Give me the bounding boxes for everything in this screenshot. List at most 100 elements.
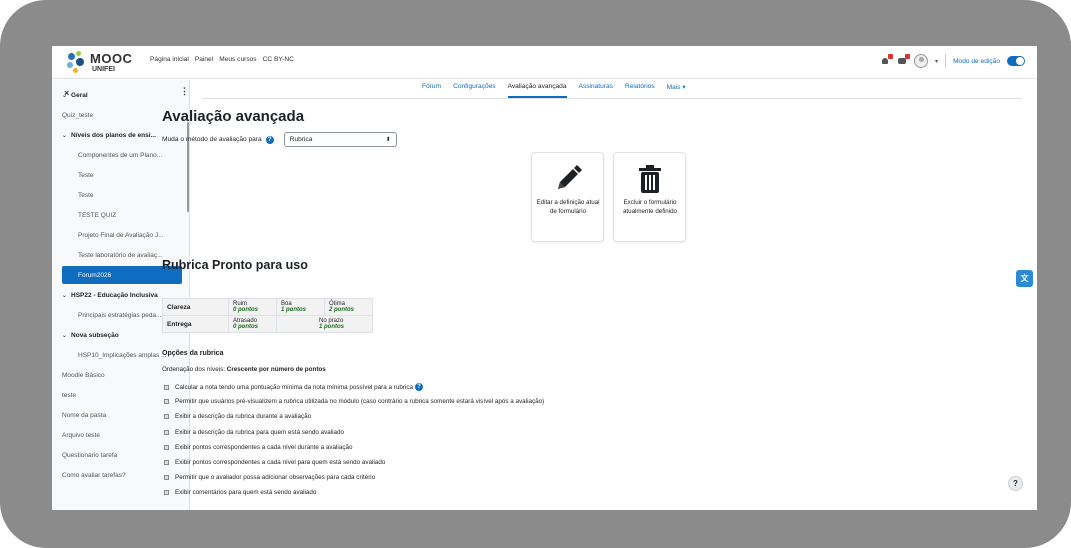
delete-form-button[interactable]: Excluir o formulário atualmente definido — [613, 152, 686, 242]
option-label: Exibir pontos correspondentes a cada nív… — [175, 443, 353, 451]
level-sort-value: Crescente por número de pontos — [226, 366, 326, 373]
course-index-label: teste — [62, 391, 77, 399]
messages-icon[interactable] — [897, 54, 911, 66]
option-checkbox[interactable] — [164, 414, 169, 420]
rubric-option-row: Exibir pontos correspondentes a cada nív… — [164, 459, 385, 466]
rubric-options-title: Opções da rubrica — [162, 350, 224, 357]
option-label: Exibir comentários para quem está sendo … — [175, 489, 317, 497]
option-checkbox[interactable] — [164, 475, 169, 481]
logo-dot — [76, 51, 81, 56]
chevron-down-icon[interactable]: ▾ — [935, 58, 938, 65]
course-activity-item[interactable]: Projeto Final de Avaliação J... — [52, 226, 189, 244]
rubric-criterion-row: Entrega Atrasado 0 pontos No prazo 1 ponto… — [162, 315, 373, 333]
tab-item[interactable]: Configurações — [453, 83, 496, 98]
help-button[interactable]: ? — [1008, 476, 1023, 491]
logo-dot — [76, 58, 84, 66]
help-icon[interactable]: ? — [415, 383, 424, 391]
edit-form-label: Editar a definição atual de formulário — [536, 199, 600, 215]
primary-navigation: Página inicial Painel Meus cursos CC BY-… — [150, 56, 294, 63]
translate-icon[interactable]: 文 — [1016, 270, 1033, 287]
nav-dashboard-link[interactable]: Painel — [195, 56, 213, 63]
logo-subtext: UNIFEI — [92, 66, 115, 73]
level-points: 1 pontos — [319, 324, 344, 330]
edit-mode-toggle[interactable] — [1007, 56, 1025, 66]
course-index-label: Teste — [78, 191, 94, 199]
logo-dot — [67, 62, 73, 68]
course-section-item[interactable]: ⌄ Geral — [52, 86, 189, 104]
course-index-label: Projeto Final de Avaliação J... — [78, 231, 164, 239]
messages-badge — [905, 54, 911, 59]
option-checkbox[interactable] — [164, 460, 169, 465]
tab-item[interactable]: Avaliação avançada — [507, 83, 567, 98]
site-logo[interactable]: MOOC UNIFEI — [64, 49, 139, 76]
rubric-option-row: Exibir pontos correspondentes a cada nív… — [164, 444, 352, 451]
level-cell: Atrasado 0 pontos — [228, 315, 277, 333]
edit-form-button[interactable]: Editar a definição atual de formulário — [531, 152, 604, 242]
level-cell: No prazo 1 pontos — [276, 315, 373, 333]
chevron-down-icon[interactable]: ⌄ — [62, 332, 67, 339]
rubric-option-row: Permitir que usuários pré-visualizem a r… — [164, 398, 544, 405]
level-points: 0 pontos — [233, 307, 258, 313]
grading-method-select[interactable]: Rubrica ⬍ — [283, 132, 397, 147]
rubric-criterion-row: Clareza Ruim 0 pontos Boa 1 pontos Ótima 2 … — [162, 298, 373, 316]
option-checkbox[interactable] — [164, 490, 169, 496]
chevron-down-icon[interactable]: ⌄ — [62, 292, 67, 299]
secondary-navigation-tabs: Fórum Configurações Avaliação avançada Assi… — [422, 83, 686, 98]
nav-my-courses-link[interactable]: Meus cursos — [219, 56, 256, 63]
navbar-divider — [945, 54, 947, 68]
course-index-label: Quiz_teste — [62, 111, 94, 119]
browser-viewport: MOOC UNIFEI Página inicial Painel Meus c… — [52, 46, 1037, 510]
nav-home-link[interactable]: Página inicial — [150, 56, 189, 63]
user-avatar[interactable] — [914, 54, 929, 68]
option-label: Permitir que o avaliador possa adicionar… — [175, 474, 376, 482]
option-checkbox[interactable] — [164, 384, 169, 390]
grading-method-label: Muda o método de avaliação para — [162, 136, 262, 143]
logo-text: MOOC — [90, 51, 133, 66]
course-index-label: HSP10_Implicações amplas ... — [78, 351, 167, 359]
tab-item[interactable]: Relatórios — [625, 83, 655, 98]
tab-item[interactable]: Mais ▾ — [667, 83, 686, 98]
logo-dot — [73, 68, 78, 73]
course-index-label: Nova subseção — [71, 331, 119, 339]
option-label: Permitir que usuários pré-visualizem a r… — [175, 398, 545, 406]
user-menu-area: ▾ Modo de edição — [880, 54, 1025, 68]
tab-item[interactable]: Assinaturas — [579, 83, 613, 98]
course-activity-item[interactable]: TESTE QUIZ — [52, 206, 189, 224]
course-index-label: Principais estratégias peda... — [78, 311, 162, 319]
chevron-down-icon[interactable]: ⌄ — [62, 132, 67, 139]
course-activity-item[interactable]: Componentes de um Plano... — [52, 146, 189, 164]
course-index-label: Níveis dos planos de ensi... — [71, 131, 156, 139]
level-points: 1 pontos — [281, 307, 306, 313]
help-icon[interactable]: ? — [265, 135, 274, 144]
level-points: 2 pontos — [329, 307, 354, 313]
edit-mode-label: Modo de edição — [953, 57, 1000, 65]
option-checkbox[interactable] — [164, 429, 169, 435]
course-index-label: Como avaliar tarefas? — [62, 471, 126, 479]
rubric-option-row: Calcular a nota tendo uma pontuação míni… — [164, 383, 424, 391]
option-label: Exibir a descrição da rubrica para quem … — [175, 428, 345, 436]
option-checkbox[interactable] — [164, 444, 169, 450]
level-cell: Ruim 0 pontos — [228, 298, 277, 316]
level-cell: Boa 1 pontos — [276, 298, 325, 316]
trash-icon — [639, 165, 661, 193]
option-checkbox[interactable] — [164, 399, 169, 405]
nav-license-link[interactable]: CC BY-NC — [263, 56, 294, 63]
notification-bell-icon[interactable] — [880, 54, 894, 66]
course-activity-item[interactable]: Teste — [52, 166, 189, 184]
course-index-label: Teste laboratório de avaliaç... — [78, 251, 163, 259]
course-index-label: HSP22 - Educação Inclusiva — [71, 291, 158, 299]
course-activity-item[interactable]: Teste — [52, 186, 189, 204]
tabs-divider — [202, 98, 1022, 99]
tab-item[interactable]: Fórum — [422, 83, 441, 98]
logo-dot — [68, 53, 75, 60]
device-frame: MOOC UNIFEI Página inicial Painel Meus c… — [0, 0, 1071, 548]
course-index-label: TESTE QUIZ — [78, 211, 117, 219]
rubric-option-row: Exibir a descrição da rubrica para quem … — [164, 429, 344, 436]
chevron-down-icon[interactable]: ⌄ — [62, 92, 67, 99]
level-sort-label: Ordenação dos níveis: — [162, 366, 226, 373]
option-label: Exibir a descrição da rubrica durante a … — [175, 413, 312, 421]
rubric-option-row: Exibir a descrição da rubrica durante a … — [164, 413, 311, 420]
rubric-table: Clareza Ruim 0 pontos Boa 1 pontos Ótima 2 … — [162, 298, 373, 333]
grading-method-value: Rubrica — [289, 136, 313, 143]
course-index-label: Forum2026 — [78, 271, 112, 279]
